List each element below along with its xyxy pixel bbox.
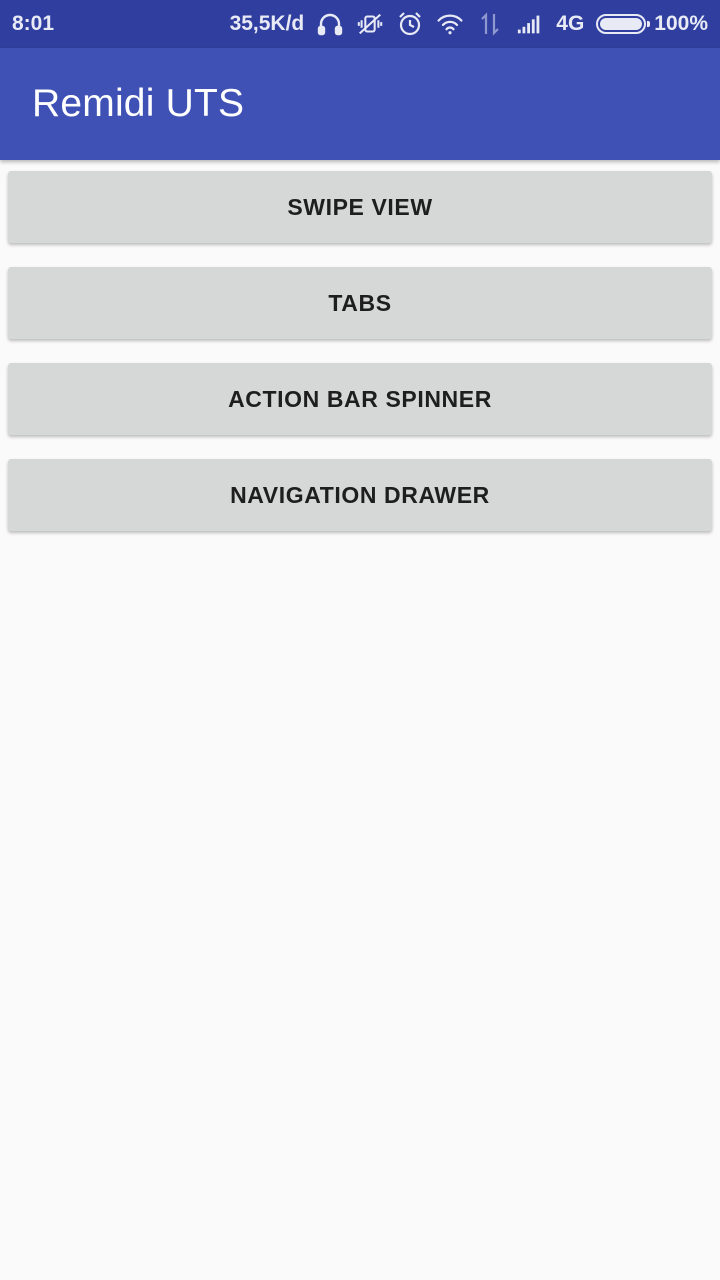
vibrate-off-icon: [356, 10, 384, 38]
status-bar: 8:01 35,5K/d 4G 100%: [0, 0, 720, 48]
headphones-icon: [316, 10, 344, 38]
app-bar: Remidi UTS: [0, 48, 720, 160]
battery-icon: [596, 14, 651, 34]
status-right: 35,5K/d 4G 100%: [230, 10, 708, 38]
battery: 100%: [596, 12, 708, 36]
status-time: 8:01: [12, 12, 55, 35]
navigation-drawer-button[interactable]: NAVIGATION DRAWER: [8, 459, 712, 531]
battery-fill: [600, 18, 643, 30]
action-bar-spinner-button[interactable]: ACTION BAR SPINNER: [8, 363, 712, 435]
app-title: Remidi UTS: [32, 82, 245, 125]
swipe-view-button[interactable]: SWIPE VIEW: [8, 171, 712, 243]
status-left: 8:01: [12, 12, 54, 36]
battery-nub: [647, 21, 651, 27]
net-speed: 35,5K/d: [229, 12, 305, 35]
alarm-icon: [396, 10, 424, 38]
battery-percent: 100%: [654, 12, 708, 35]
wifi-icon: [436, 10, 464, 38]
network-type: 4G: [556, 12, 585, 35]
signal-icon: [516, 10, 544, 38]
data-transfer-icon: [476, 10, 504, 38]
tabs-button[interactable]: TABS: [8, 267, 712, 339]
